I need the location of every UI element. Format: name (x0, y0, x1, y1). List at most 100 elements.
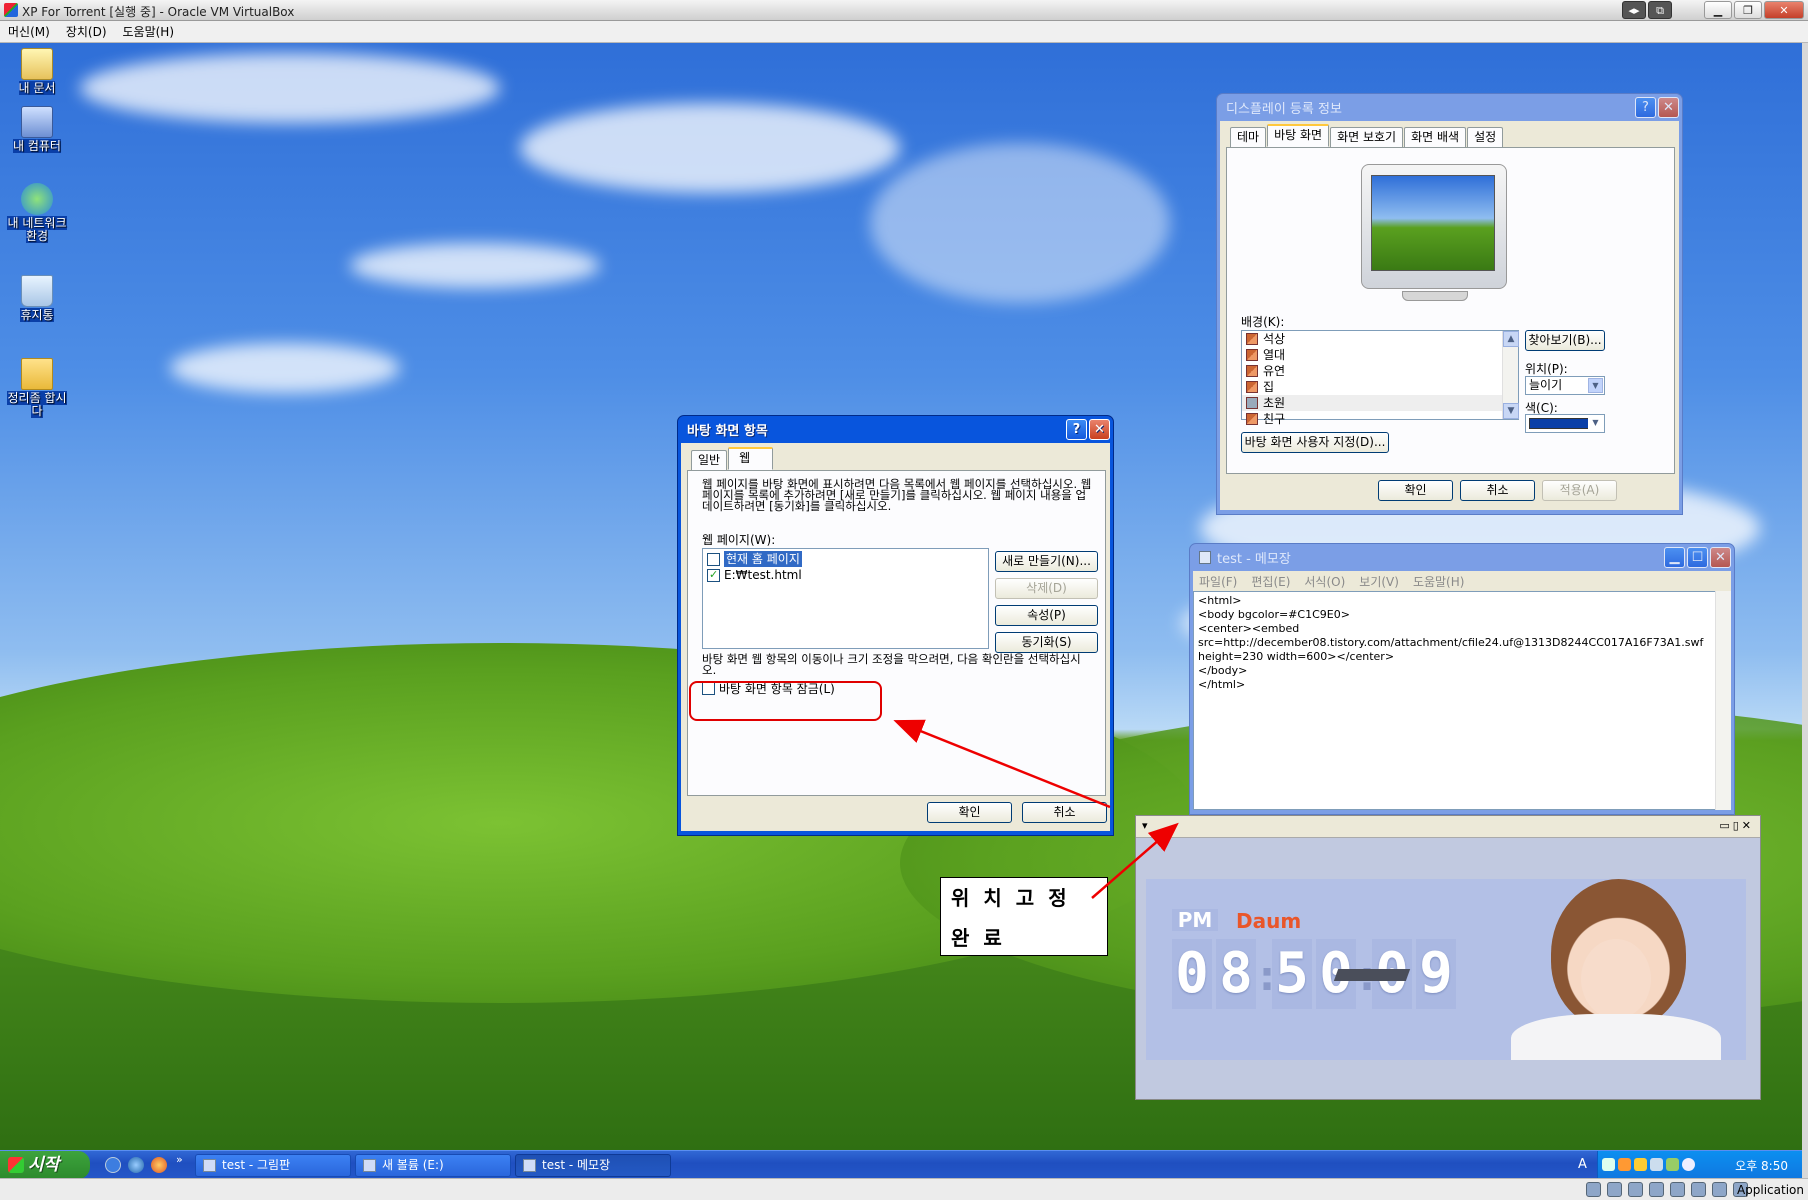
list-item[interactable]: E:₩test.html (703, 567, 988, 583)
browse-button[interactable]: 찾아보기(B)... (1525, 330, 1605, 351)
list-scrollbar[interactable]: ▲ ▼ (1502, 331, 1519, 419)
network-icon (21, 183, 53, 215)
usb-icon[interactable] (1628, 1182, 1643, 1197)
scale-mode-icon[interactable]: ⧉ (1648, 1, 1672, 19)
notepad-text-area[interactable]: <html> <body bgcolor=#C1C9E0> <center><e… (1193, 591, 1731, 810)
virtualbox-statusbar: Application (0, 1178, 1808, 1200)
image-file-icon (1246, 349, 1258, 361)
network-adapter-icon[interactable] (1649, 1182, 1664, 1197)
tab-screensaver[interactable]: 화면 보호기 (1330, 127, 1404, 147)
web-item-titlebar[interactable]: ▾ ▭▯✕ (1136, 816, 1760, 838)
minimize-button[interactable]: ▁ (1664, 547, 1685, 568)
menu-help[interactable]: 도움말(H) (123, 23, 175, 40)
language-indicator[interactable]: A (1578, 1157, 1587, 1172)
tab-general[interactable]: 일반 (691, 450, 728, 470)
help-button[interactable]: ? (1066, 419, 1087, 440)
desktop-web-item-clock[interactable]: ▾ ▭▯✕ PM Daum 0 8 : 5 0 : 0 9 (1135, 815, 1761, 1100)
desktop-icon-my-computer[interactable]: 내 컴퓨터 (4, 106, 70, 153)
firefox-icon[interactable] (151, 1157, 167, 1173)
desktop-icon-my-documents[interactable]: 내 문서 (4, 48, 70, 95)
tab-web[interactable]: 웹 (728, 447, 774, 470)
start-button[interactable]: 시작 (0, 1151, 90, 1179)
maximize-button[interactable]: ☐ (1687, 547, 1708, 568)
display-properties-dialog: 디스플레이 등록 정보 ? ✕ 테마 바탕 화면 화면 보호기 화면 배색 설정… (1216, 93, 1683, 515)
scroll-down-icon[interactable]: ▼ (1503, 403, 1519, 419)
minimize-button[interactable]: ▁ (1704, 1, 1732, 19)
color-swatch (1529, 418, 1591, 429)
network-icon[interactable] (1650, 1158, 1663, 1171)
tray-clock[interactable]: 오후 8:50 (1735, 1157, 1788, 1174)
internet-explorer-icon[interactable] (128, 1157, 144, 1173)
settings-icon[interactable] (1682, 1158, 1695, 1171)
tab-desktop[interactable]: 바탕 화면 (1267, 124, 1330, 147)
list-item-selected[interactable]: 초원 (1242, 395, 1518, 411)
window-title: test - 메모장 (1217, 552, 1291, 567)
menu-format[interactable]: 서식(O) (1304, 573, 1345, 590)
capture-icon[interactable] (1712, 1182, 1727, 1197)
web-item-window-controls[interactable]: ▭▯✕ (1719, 819, 1754, 832)
desktop-icon-recycle-bin[interactable]: 휴지통 (4, 275, 70, 322)
ampm-indicator: PM (1172, 909, 1218, 931)
webpage-list[interactable]: 현재 홈 페이지 E:₩test.html (702, 548, 989, 649)
list-item[interactable]: 친구 (1242, 411, 1518, 427)
display-icon[interactable] (1691, 1182, 1706, 1197)
color-picker[interactable]: ▼ (1525, 414, 1605, 433)
editor-scrollbar[interactable] (1715, 591, 1731, 810)
restore-button[interactable]: ❐ (1734, 1, 1762, 19)
tray-app-icon[interactable] (1618, 1158, 1631, 1171)
ok-button[interactable]: 확인 (1378, 480, 1453, 501)
webpage-checkbox[interactable] (707, 567, 720, 583)
close-button[interactable]: ✕ (1658, 97, 1679, 118)
tab-settings[interactable]: 설정 (1467, 127, 1504, 147)
virtualbox-titlebar: XP For Torrent [실행 중] - Oracle VM Virtua… (0, 0, 1808, 21)
menu-edit[interactable]: 편집(E) (1251, 573, 1290, 590)
notepad-menubar: 파일(F) 편집(E) 서식(O) 보기(V) 도움말(H) (1193, 571, 1731, 591)
taskbar-item-paint[interactable]: test - 그림판 (195, 1154, 351, 1177)
apply-button[interactable]: 적용(A) (1542, 480, 1617, 501)
close-button[interactable]: ✕ (1089, 419, 1110, 440)
hard-disk-icon[interactable] (1586, 1182, 1601, 1197)
position-select[interactable]: 늘이기 ▼ (1525, 376, 1605, 395)
tray-expand-icon[interactable] (1602, 1158, 1615, 1171)
list-item[interactable]: 석상 (1242, 331, 1518, 347)
menu-view[interactable]: 보기(V) (1359, 573, 1399, 590)
customize-desktop-button[interactable]: 바탕 화면 사용자 지정(D)... (1241, 432, 1389, 453)
show-desktop-icon[interactable] (105, 1157, 121, 1173)
desktop-icon-network[interactable]: 내 네트워크 환경 (4, 183, 70, 243)
scroll-up-icon[interactable]: ▲ (1503, 331, 1519, 347)
mini-toolbar-icon[interactable]: ◂▸ (1622, 1, 1646, 19)
cancel-button[interactable]: 취소 (1460, 480, 1535, 501)
shared-folder-icon[interactable] (1670, 1182, 1685, 1197)
new-webpage-button[interactable]: 새로 만들기(N)... (995, 551, 1098, 572)
list-item[interactable]: 유연 (1242, 363, 1518, 379)
security-icon[interactable] (1634, 1158, 1647, 1171)
menu-file[interactable]: 파일(F) (1199, 573, 1237, 590)
tray-tool-icon[interactable] (1666, 1158, 1679, 1171)
cd-drive-icon[interactable] (1607, 1182, 1622, 1197)
desktop-icon-folder[interactable]: 정리좀 합시다 (4, 358, 70, 418)
taskbar-item-notepad[interactable]: test - 메모장 (515, 1154, 671, 1177)
menu-help[interactable]: 도움말(H) (1413, 573, 1465, 590)
tab-theme[interactable]: 테마 (1230, 127, 1267, 147)
background-list[interactable]: 석상 열대 유연 집 초원 친구 ▲ ▼ (1241, 330, 1519, 426)
menu-devices[interactable]: 장치(D) (66, 23, 107, 40)
menu-machine[interactable]: 머신(M) (8, 23, 50, 40)
ok-button[interactable]: 확인 (927, 802, 1012, 823)
image-file-icon (1246, 333, 1258, 345)
tab-appearance[interactable]: 화면 배색 (1404, 127, 1467, 147)
delete-button[interactable]: 삭제(D) (995, 578, 1098, 599)
quicklaunch-overflow-icon[interactable]: » (176, 1153, 183, 1166)
properties-button[interactable]: 속성(P) (995, 605, 1098, 626)
web-item-menu-icon[interactable]: ▾ (1142, 819, 1148, 832)
webpage-checkbox[interactable] (707, 552, 720, 566)
taskbar-item-explorer[interactable]: 새 볼륨 (E:) (355, 1154, 511, 1177)
list-item[interactable]: 집 (1242, 379, 1518, 395)
sync-button[interactable]: 동기화(S) (995, 632, 1098, 653)
list-item[interactable]: 열대 (1242, 347, 1518, 363)
flash-clock-embed[interactable]: PM Daum 0 8 : 5 0 : 0 9 (1146, 879, 1746, 1060)
cancel-button[interactable]: 취소 (1022, 802, 1107, 823)
help-button[interactable]: ? (1635, 97, 1656, 118)
close-button[interactable]: ✕ (1764, 1, 1804, 19)
list-item[interactable]: 현재 홈 페이지 (703, 551, 988, 567)
close-button[interactable]: ✕ (1710, 547, 1731, 568)
